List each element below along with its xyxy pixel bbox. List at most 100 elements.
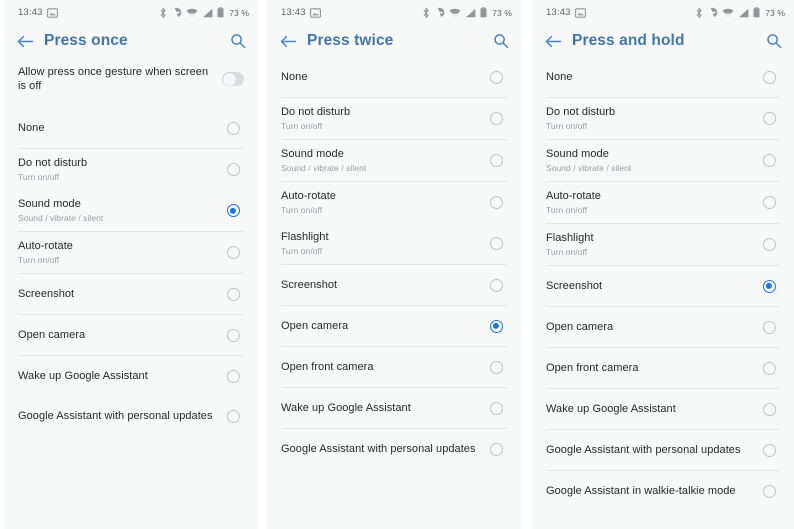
radio-button[interactable] [762, 361, 776, 375]
row-texts: Auto-rotate Turn on/off [18, 239, 222, 266]
row-flashlight[interactable]: Flashlight Turn on/off [267, 223, 521, 264]
radio-button[interactable] [489, 442, 503, 456]
radio-button[interactable] [489, 278, 503, 292]
bluetooth-icon [422, 7, 430, 19]
row-do-not-disturb[interactable]: Do not disturb Turn on/off [4, 149, 258, 190]
radio-button[interactable] [226, 246, 240, 259]
radio-button[interactable] [762, 402, 776, 416]
screenshot-icon [574, 7, 586, 18]
radio-button[interactable] [762, 196, 776, 209]
do-not-disturb-icon [171, 7, 182, 18]
page-title: Press and hold [572, 32, 685, 49]
row-control [222, 328, 244, 342]
search-icon[interactable] [228, 31, 248, 51]
radio-button[interactable] [226, 121, 240, 135]
radio-button[interactable] [226, 204, 240, 217]
row-auto-rotate[interactable]: Auto-rotate Turn on/off [267, 182, 521, 223]
screen-off-gesture-toggle[interactable] [222, 72, 244, 86]
row-texts: Google Assistant with personal updates [546, 443, 758, 457]
radio-button[interactable] [489, 154, 503, 167]
row-control [758, 402, 780, 416]
row-none[interactable]: None [267, 57, 521, 97]
row-control [485, 70, 507, 84]
radio-button[interactable] [762, 443, 776, 457]
radio-button[interactable] [762, 112, 776, 125]
radio-button[interactable] [762, 279, 776, 293]
radio-button[interactable] [226, 163, 240, 176]
row-none[interactable]: None [532, 57, 794, 97]
row-sublabel: Sound / vibrate / silent [281, 163, 367, 173]
row-flashlight[interactable]: Flashlight Turn on/off [532, 224, 794, 265]
radio-button[interactable] [762, 70, 776, 84]
row-open-front-camera[interactable]: Open front camera [267, 347, 521, 387]
radio-button[interactable] [226, 409, 240, 423]
row-control [758, 320, 780, 334]
radio-button[interactable] [762, 238, 776, 251]
radio-button[interactable] [489, 319, 503, 333]
bluetooth-icon [695, 7, 703, 19]
row-sound-mode[interactable]: Sound mode Sound / vibrate / silent [4, 190, 258, 231]
app-bar: Press twice [267, 25, 521, 57]
row-open-camera[interactable]: Open camera [267, 306, 521, 346]
radio-button[interactable] [226, 287, 240, 301]
row-texts: Google Assistant with personal updates [18, 409, 222, 423]
back-arrow-glyph [17, 35, 33, 47]
row-wake-up-google-assistant[interactable]: Wake up Google Assistant [267, 388, 521, 428]
status-clock: 13:43 [546, 7, 571, 18]
status-bar: 13:43 73 % [4, 0, 258, 25]
row-sublabel: Turn on/off [281, 246, 323, 256]
status-bar-right: 73 % [695, 7, 785, 19]
radio-button[interactable] [489, 360, 503, 374]
radio-button[interactable] [489, 112, 503, 125]
radio-button[interactable] [226, 369, 240, 383]
back-arrow-icon[interactable] [15, 31, 35, 51]
row-screenshot[interactable]: Screenshot [532, 266, 794, 306]
radio-button[interactable] [489, 196, 503, 209]
row-auto-rotate[interactable]: Auto-rotate Turn on/off [532, 182, 794, 223]
row-control [758, 238, 780, 251]
row-do-not-disturb[interactable]: Do not disturb Turn on/off [532, 98, 794, 139]
screenshot-icon [309, 7, 321, 18]
wifi-icon [449, 8, 461, 18]
back-arrow-icon[interactable] [543, 31, 563, 51]
radio-button[interactable] [489, 401, 503, 415]
row-screenshot[interactable]: Screenshot [4, 274, 258, 314]
row-google-assistant-with-personal-updates[interactable]: Google Assistant with personal updates [267, 429, 521, 469]
bluetooth-icon [159, 7, 167, 19]
row-auto-rotate[interactable]: Auto-rotate Turn on/off [4, 232, 258, 273]
battery-percent-label: 73 % [765, 7, 785, 18]
search-icon[interactable] [491, 31, 511, 51]
row-control [222, 121, 244, 135]
radio-button[interactable] [762, 484, 776, 498]
row-label: Google Assistant with personal updates [546, 444, 741, 456]
row-google-assistant-with-personal-updates[interactable]: Google Assistant with personal updates [532, 430, 794, 470]
row-google-assistant-with-personal-updates[interactable]: Google Assistant with personal updates [4, 396, 258, 436]
row-wake-up-google-assistant[interactable]: Wake up Google Assistant [532, 389, 794, 429]
row-label: Wake up Google Assistant [281, 402, 411, 414]
row-none[interactable]: None [4, 108, 258, 148]
back-arrow-icon[interactable] [278, 31, 298, 51]
row-sound-mode[interactable]: Sound mode Sound / vibrate / silent [532, 140, 794, 181]
do-not-disturb-icon [707, 7, 718, 18]
row-open-camera[interactable]: Open camera [532, 307, 794, 347]
radio-button[interactable] [489, 70, 503, 84]
row-sound-mode[interactable]: Sound mode Sound / vibrate / silent [267, 140, 521, 181]
status-bar: 13:43 73 % [267, 0, 521, 25]
radio-button[interactable] [762, 154, 776, 167]
row-open-camera[interactable]: Open camera [4, 315, 258, 355]
radio-button[interactable] [489, 237, 503, 250]
row-allow-gesture-when-screen-off[interactable]: Allow press once gesture when screen is … [4, 57, 258, 101]
row-screenshot[interactable]: Screenshot [267, 265, 521, 305]
phone-screen-press-twice: 13:43 73 % Press twice None Do not disturb Tu… [267, 0, 521, 529]
row-open-front-camera[interactable]: Open front camera [532, 348, 794, 388]
radio-button[interactable] [762, 320, 776, 334]
battery-icon [217, 7, 224, 18]
row-do-not-disturb[interactable]: Do not disturb Turn on/off [267, 98, 521, 139]
row-control [222, 72, 244, 86]
row-texts: Google Assistant with personal updates [281, 442, 485, 456]
row-wake-up-google-assistant[interactable]: Wake up Google Assistant [4, 356, 258, 396]
search-icon[interactable] [764, 31, 784, 51]
row-google-assistant-in-walkie-talkie-mode[interactable]: Google Assistant in walkie-talkie mode [532, 471, 794, 511]
radio-button[interactable] [226, 328, 240, 342]
do-not-disturb-icon [434, 7, 445, 18]
